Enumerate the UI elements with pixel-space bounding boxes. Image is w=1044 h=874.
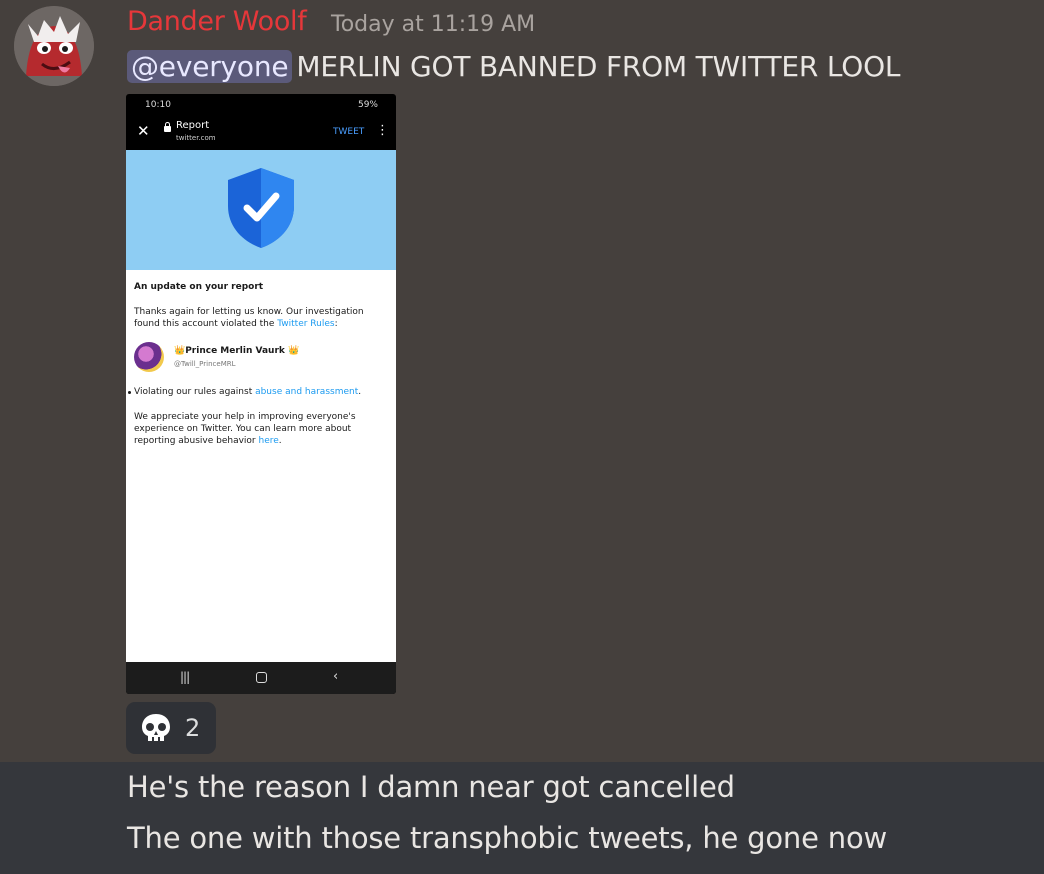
recent-apps-icon: ||| <box>180 670 190 684</box>
followup-messages: He's the reason I damn near got cancelle… <box>0 762 1044 874</box>
status-battery: 59% <box>357 100 378 110</box>
report-paragraph-2-text: We appreciate your help in improving eve… <box>134 412 356 446</box>
author-name[interactable]: Dander Woolf <box>127 6 307 37</box>
skull-icon <box>142 714 170 741</box>
reported-account-avatar <box>134 342 164 372</box>
lock-icon <box>164 122 171 132</box>
followup-message-2: The one with those transphobic tweets, h… <box>127 821 888 855</box>
report-paragraph-2-end: . <box>278 436 282 446</box>
report-paragraph-1: Thanks again for letting us know. Our in… <box>134 306 384 330</box>
report-paragraph-2: We appreciate your help in improving eve… <box>134 411 384 447</box>
shield-check-icon <box>228 168 294 248</box>
hero-banner <box>126 150 396 270</box>
phone-status-bar: 10:10 59% <box>126 94 396 116</box>
message-content: @everyone MERLIN GOT BANNED FROM TWITTER … <box>127 50 901 83</box>
more-options-icon: ⋮ <box>376 123 389 138</box>
followup-message-1: He's the reason I damn near got cancelle… <box>127 770 735 804</box>
violation-end: . <box>358 387 362 397</box>
reported-account-name: 👑Prince Merlin Vaurk 👑 <box>174 346 300 356</box>
violation-text: Violating our rules against <box>134 387 256 397</box>
bullet-dot <box>128 391 131 394</box>
report-body: An update on your report Thanks again fo… <box>126 270 396 662</box>
skull-reaction[interactable]: 2 <box>126 702 216 754</box>
browser-top-bar: ✕ Report twitter.com TWEET ⋮ <box>126 116 396 150</box>
image-attachment[interactable]: 10:10 59% ✕ Report twitter.com TWEET ⋮ A… <box>126 94 396 694</box>
message-text: MERLIN GOT BANNED FROM TWITTER LOOL <box>296 50 901 83</box>
report-heading: An update on your report <box>134 282 264 292</box>
message-group: Dander Woolf Today at 11:19 AM @everyone… <box>0 0 1044 762</box>
reaction-count: 2 <box>185 714 201 742</box>
home-icon <box>256 672 267 683</box>
abuse-harassment-link: abuse and harassment <box>255 387 359 397</box>
back-icon: ‹ <box>333 669 339 684</box>
page-domain: twitter.com <box>176 134 216 142</box>
page-title: Report <box>176 120 210 131</box>
phone-nav-bar: ||| ‹ <box>126 662 396 694</box>
violation-bullet: Violating our rules against abuse and ha… <box>128 387 362 397</box>
close-icon: ✕ <box>137 122 150 140</box>
here-link: here <box>258 436 279 446</box>
report-paragraph-1-end: : <box>334 319 338 329</box>
status-time: 10:10 <box>145 100 171 110</box>
user-avatar[interactable] <box>14 6 94 86</box>
twitter-rules-link: Twitter Rules <box>277 319 335 329</box>
message-timestamp: Today at 11:19 AM <box>331 12 536 37</box>
everyone-mention[interactable]: @everyone <box>127 50 293 83</box>
tweet-button: TWEET <box>333 127 365 137</box>
reported-account-handle: @Twill_PrinceMRL <box>174 360 236 368</box>
